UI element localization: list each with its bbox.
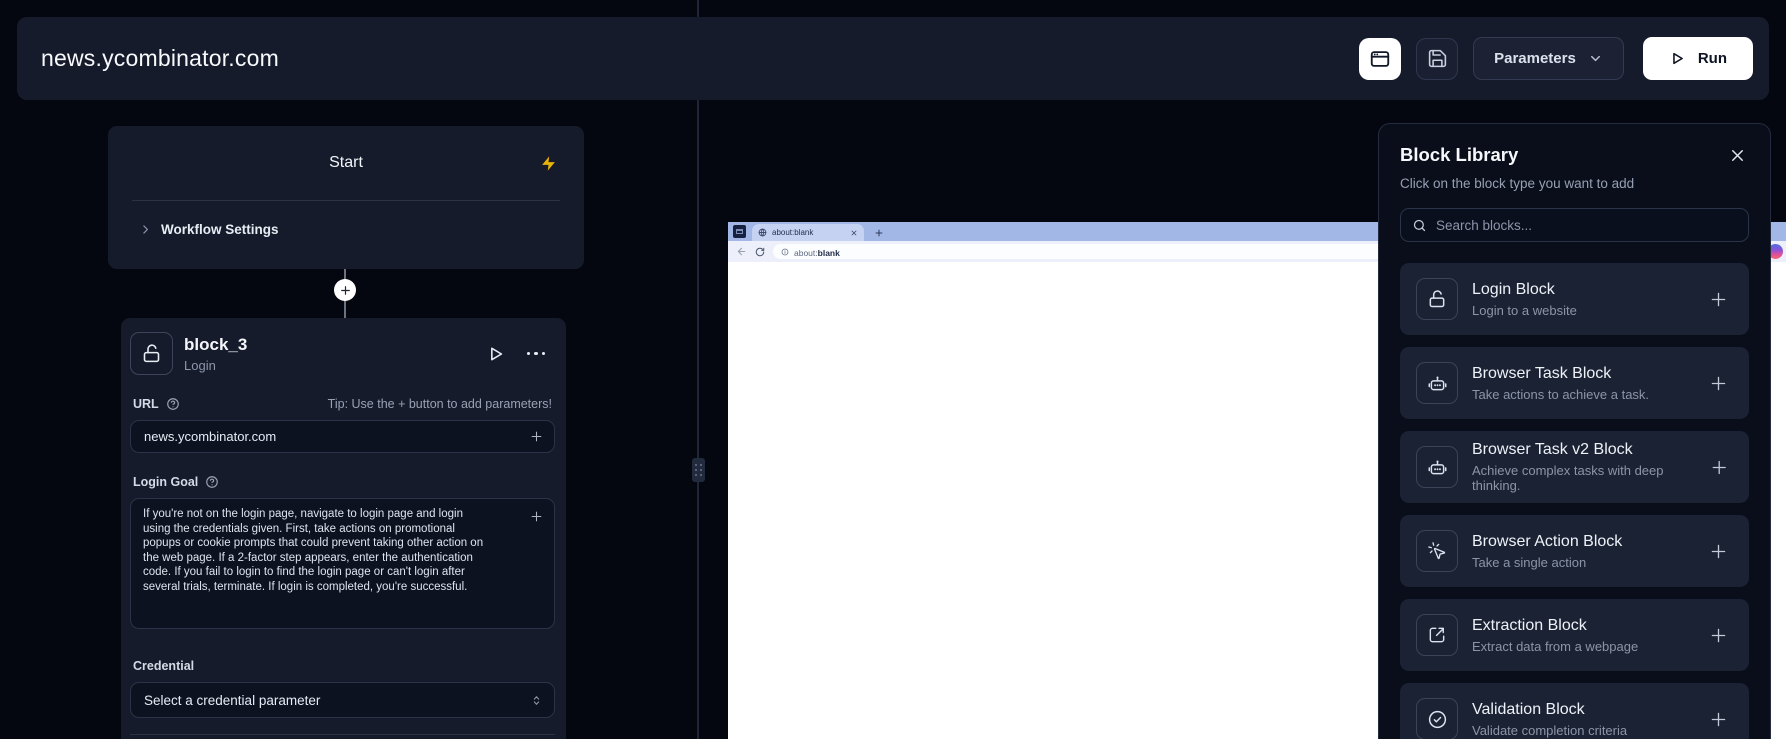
add-parameter-icon[interactable] xyxy=(529,509,544,524)
credential-select-value: Select a credential parameter xyxy=(144,693,320,708)
add-block-icon[interactable] xyxy=(1708,289,1729,310)
workspace-icon xyxy=(733,225,746,238)
tab-close-icon[interactable] xyxy=(850,229,858,237)
chevron-right-icon xyxy=(139,223,152,236)
add-block-icon[interactable] xyxy=(1708,625,1729,646)
close-library-button[interactable] xyxy=(1726,144,1749,167)
library-title: Block Library xyxy=(1400,144,1518,166)
panel-resize-handle[interactable] xyxy=(692,458,705,482)
library-item-validation-block[interactable]: Validation Block Validate completion cri… xyxy=(1400,683,1749,739)
block-type-label: Login xyxy=(184,358,247,373)
extract-icon xyxy=(1416,614,1458,656)
add-block-button[interactable] xyxy=(334,279,356,301)
add-block-icon[interactable] xyxy=(1709,457,1729,478)
login-block-node[interactable]: block_3 Login URL Tip: Use the + button … xyxy=(121,318,566,739)
url-host: blank xyxy=(818,248,840,258)
browser-tab[interactable]: about:blank xyxy=(752,224,864,241)
top-bar-actions: Parameters Run xyxy=(1359,37,1753,80)
save-icon xyxy=(1427,48,1448,69)
library-item-login-block[interactable]: Login Block Login to a website xyxy=(1400,263,1749,335)
login-goal-textarea[interactable]: If you're not on the login page, navigat… xyxy=(130,498,555,629)
lock-open-icon xyxy=(130,332,173,375)
help-circle-icon[interactable] xyxy=(166,397,180,411)
chevrons-up-down-icon xyxy=(530,694,543,707)
workflow-title: news.ycombinator.com xyxy=(41,45,279,72)
block-title: block_3 xyxy=(184,335,247,355)
plus-icon xyxy=(339,284,352,297)
lock-open-icon xyxy=(1416,278,1458,320)
search-blocks-input[interactable] xyxy=(1436,218,1737,233)
block-menu-icon[interactable] xyxy=(527,352,546,356)
zap-icon xyxy=(540,155,557,172)
browser-window-icon xyxy=(1369,48,1391,70)
parameters-tip: Tip: Use the + button to add parameters! xyxy=(328,397,552,411)
url-input[interactable] xyxy=(130,420,555,453)
new-tab-icon[interactable] xyxy=(874,228,884,238)
start-node[interactable]: Start Workflow Settings xyxy=(108,126,584,269)
canvas-divider xyxy=(697,0,699,739)
chevron-down-icon xyxy=(1588,51,1603,66)
cursor-click-icon xyxy=(1416,530,1458,572)
workflow-settings-label: Workflow Settings xyxy=(161,222,279,237)
info-icon xyxy=(781,248,789,256)
credential-select[interactable]: Select a credential parameter xyxy=(130,682,555,718)
login-node-divider xyxy=(130,734,555,735)
library-item-browser-task-v2-block[interactable]: Browser Task v2 Block Achieve complex ta… xyxy=(1400,431,1749,503)
globe-icon xyxy=(758,228,767,237)
add-block-icon[interactable] xyxy=(1708,709,1729,730)
add-block-icon[interactable] xyxy=(1708,373,1729,394)
reload-icon[interactable] xyxy=(755,247,765,257)
add-block-icon[interactable] xyxy=(1708,541,1729,562)
check-circle-icon xyxy=(1416,698,1458,739)
library-item-browser-action-block[interactable]: Browser Action Block Take a single actio… xyxy=(1400,515,1749,587)
library-subtitle: Click on the block type you want to add xyxy=(1400,176,1749,191)
browser-panel-toggle-button[interactable] xyxy=(1359,38,1401,80)
parameters-label: Parameters xyxy=(1494,50,1576,67)
library-item-browser-task-block[interactable]: Browser Task Block Take actions to achie… xyxy=(1400,347,1749,419)
url-scheme: about: xyxy=(794,248,818,258)
workflow-settings-toggle[interactable]: Workflow Settings xyxy=(108,201,584,237)
goal-field-label: Login Goal xyxy=(133,475,219,489)
parameters-dropdown[interactable]: Parameters xyxy=(1473,37,1624,80)
block-list: Login Block Login to a website Browser T… xyxy=(1400,263,1749,739)
search-blocks-box xyxy=(1400,208,1749,242)
robot-icon xyxy=(1416,446,1458,488)
start-node-header: Start xyxy=(108,126,584,200)
url-field-label: URL xyxy=(133,397,180,411)
run-label: Run xyxy=(1698,50,1727,67)
run-button[interactable]: Run xyxy=(1643,37,1753,80)
workflow-editor: about:blank about:blank news.ycombinator… xyxy=(0,0,1786,739)
help-circle-icon[interactable] xyxy=(205,475,219,489)
close-icon xyxy=(1728,146,1747,165)
block-library-panel: Block Library Click on the block type yo… xyxy=(1378,123,1771,739)
robot-icon xyxy=(1416,362,1458,404)
add-parameter-icon[interactable] xyxy=(529,429,544,444)
back-icon[interactable] xyxy=(736,246,747,257)
library-item-extraction-block[interactable]: Extraction Block Extract data from a web… xyxy=(1400,599,1749,671)
run-block-icon[interactable] xyxy=(486,344,506,364)
credential-field-label: Credential xyxy=(133,659,194,673)
tab-title: about:blank xyxy=(772,228,845,237)
start-node-title: Start xyxy=(329,154,363,172)
login-node-header: block_3 Login xyxy=(130,332,555,375)
play-icon xyxy=(1669,50,1686,67)
top-bar: news.ycombinator.com Parameters Run xyxy=(17,17,1769,100)
save-button[interactable] xyxy=(1416,38,1458,80)
search-icon xyxy=(1412,218,1427,233)
